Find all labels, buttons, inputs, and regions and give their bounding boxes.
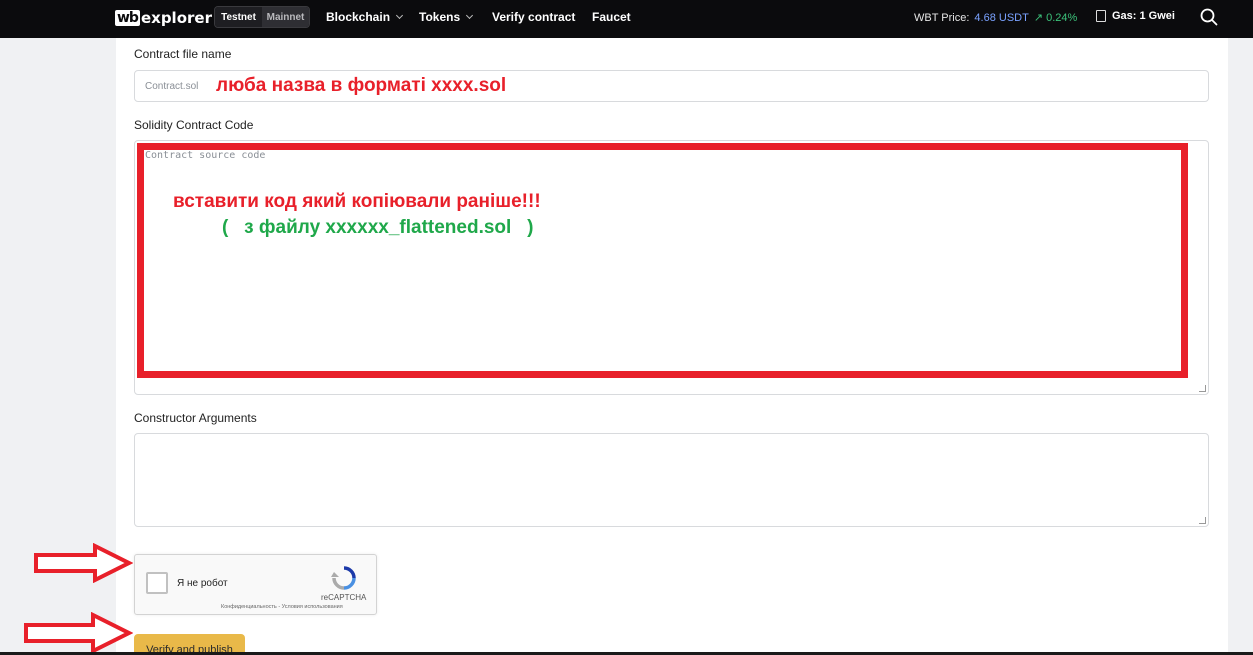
nav-blockchain-label: Blockchain bbox=[326, 10, 391, 24]
wbt-price: WBT Price: 4.68 USDT ↗ 0.24% bbox=[914, 11, 1078, 25]
logo-mark: wb bbox=[115, 10, 140, 26]
recaptcha-widget: Я не робот reCAPTCHA Конфиденциальность … bbox=[134, 554, 377, 615]
code-annotation: вставити код який копіювали раніше!!! bbox=[173, 191, 541, 212]
top-navbar: wb explorer Testnet Mainnet Blockchain T… bbox=[0, 0, 1253, 38]
annotation-highlight-box bbox=[137, 143, 1188, 378]
gas-pump-icon bbox=[1096, 10, 1106, 22]
resize-handle[interactable] bbox=[1199, 385, 1206, 392]
price-value: 4.68 USDT bbox=[974, 11, 1029, 24]
price-label: WBT Price: bbox=[914, 11, 970, 24]
contract-file-name-placeholder: Contract.sol bbox=[145, 81, 199, 92]
arrow-right-icon bbox=[34, 543, 133, 583]
recaptcha-label: Я не робот bbox=[177, 578, 228, 589]
gas-value: Gas: 1 Gwei bbox=[1112, 10, 1175, 22]
nav-tokens-label: Tokens bbox=[419, 10, 461, 24]
recaptcha-checkbox[interactable] bbox=[146, 572, 168, 594]
code-subannotation: ( з файлу xxxxxx_flattened.sol ) bbox=[222, 217, 534, 238]
network-switch: Testnet Mainnet bbox=[214, 6, 310, 28]
logo-text: explorer bbox=[140, 9, 212, 27]
wbexplorer-logo[interactable]: wb explorer bbox=[115, 8, 212, 28]
solidity-code-label: Solidity Contract Code bbox=[134, 118, 254, 132]
chevron-down-icon bbox=[395, 11, 404, 20]
search-icon[interactable] bbox=[1200, 8, 1218, 26]
network-mainnet[interactable]: Mainnet bbox=[262, 7, 309, 27]
gas-price: Gas: 1 Gwei bbox=[1096, 10, 1175, 22]
recaptcha-logo-icon bbox=[331, 566, 356, 590]
nav-verify-contract-label: Verify contract bbox=[492, 10, 576, 24]
recaptcha-terms[interactable]: Конфиденциальность - Условия использован… bbox=[221, 604, 343, 610]
file-name-annotation: люба назва в форматі xxxx.sol bbox=[216, 75, 507, 96]
nav-faucet[interactable]: Faucet bbox=[592, 10, 631, 24]
chevron-down-icon bbox=[466, 11, 474, 20]
network-testnet[interactable]: Testnet bbox=[215, 7, 262, 27]
nav-faucet-label: Faucet bbox=[592, 10, 631, 24]
recaptcha-brand: reCAPTCHA bbox=[321, 593, 367, 602]
nav-blockchain[interactable]: Blockchain bbox=[326, 10, 404, 24]
contract-file-name-label: Contract file name bbox=[134, 47, 232, 61]
arrow-right-icon bbox=[24, 612, 133, 654]
resize-handle[interactable] bbox=[1199, 517, 1206, 524]
constructor-arguments-label: Constructor Arguments bbox=[134, 411, 257, 425]
constructor-arguments-textarea[interactable] bbox=[134, 433, 1209, 527]
price-change: ↗ 0.24% bbox=[1033, 12, 1078, 24]
nav-verify-contract[interactable]: Verify contract bbox=[492, 10, 575, 24]
nav-tokens[interactable]: Tokens bbox=[419, 10, 474, 24]
